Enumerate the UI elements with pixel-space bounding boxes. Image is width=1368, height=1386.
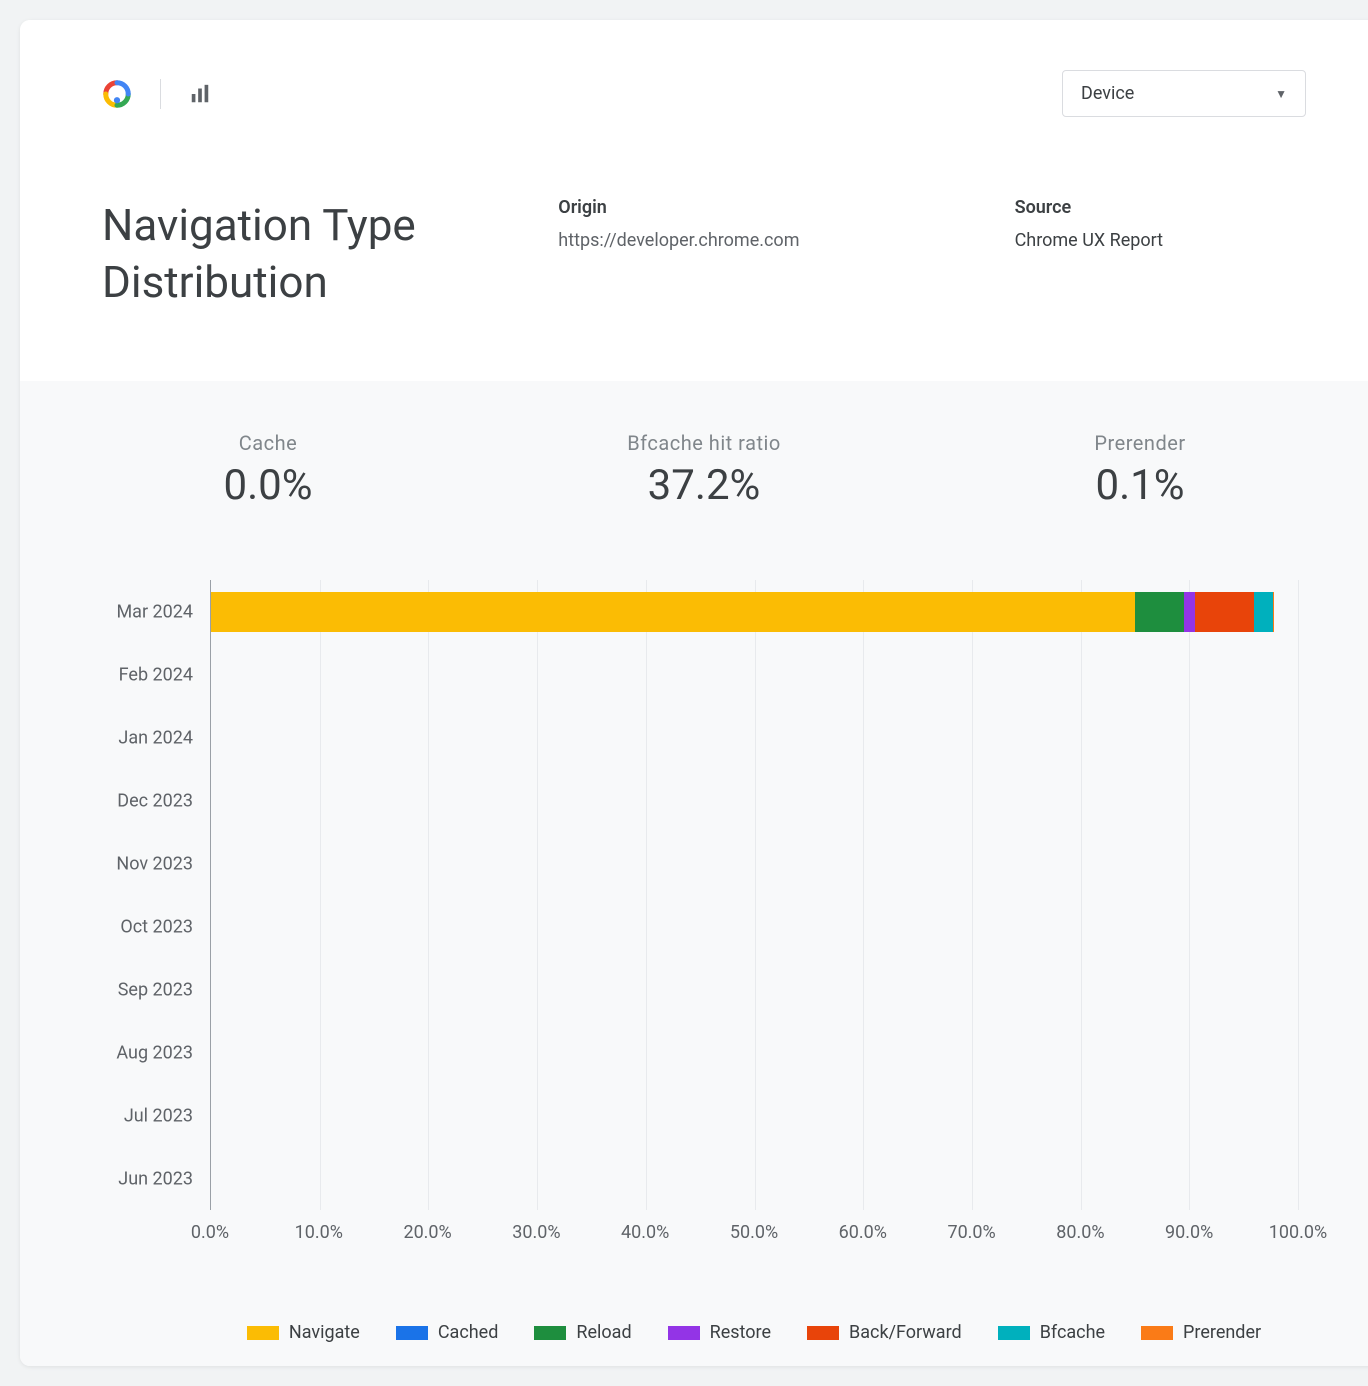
legend-swatch <box>668 1326 700 1340</box>
bar-row <box>211 781 1298 821</box>
top-bar-left <box>102 79 211 109</box>
chart-area: Mar 2024 Feb 2024 Jan 2024 Dec 2023 Nov 2023… <box>50 580 1358 1343</box>
stat-cache: Cache 0.0% <box>50 431 486 510</box>
legend-label: Restore <box>710 1322 771 1343</box>
legend-swatch <box>534 1326 566 1340</box>
y-axis-label: Jun 2023 <box>118 1168 193 1189</box>
stat-prerender-value: 0.1% <box>922 461 1358 510</box>
y-axis-label: Jul 2023 <box>124 1105 193 1126</box>
y-axis-label: Feb 2024 <box>119 664 193 685</box>
bar-segment <box>1195 592 1255 632</box>
x-axis-tick: 100.0% <box>1269 1222 1327 1243</box>
stat-cache-value: 0.0% <box>50 461 486 510</box>
bar-segment <box>1184 592 1195 632</box>
legend-swatch <box>1141 1326 1173 1340</box>
legend-item: Prerender <box>1141 1322 1261 1343</box>
source-label: Source <box>1015 197 1306 218</box>
origin-block: Origin https://developer.chrome.com <box>558 197 974 251</box>
gridline <box>1298 580 1299 1210</box>
x-axis-tick: 70.0% <box>947 1222 995 1243</box>
page-title: Navigation Type Distribution <box>102 197 518 311</box>
chevron-down-icon: ▼ <box>1275 87 1287 101</box>
y-axis-label: Oct 2023 <box>120 916 193 937</box>
stat-cache-label: Cache <box>50 431 486 455</box>
x-axis-tick: 40.0% <box>621 1222 669 1243</box>
bar-chart-icon <box>189 83 211 105</box>
bar-segment <box>1254 592 1272 632</box>
bar-row <box>211 1159 1298 1199</box>
legend-item: Reload <box>534 1322 631 1343</box>
x-axis-tick: 50.0% <box>730 1222 778 1243</box>
bar-row <box>211 718 1298 758</box>
source-value: Chrome UX Report <box>1015 230 1306 251</box>
x-axis-tick: 20.0% <box>403 1222 451 1243</box>
legend-item: Restore <box>668 1322 771 1343</box>
stat-prerender: Prerender 0.1% <box>922 431 1358 510</box>
y-axis-label: Dec 2023 <box>117 790 193 811</box>
bar-row <box>211 970 1298 1010</box>
source-block: Source Chrome UX Report <box>1015 197 1306 251</box>
bar-row <box>211 592 1298 632</box>
legend-label: Reload <box>576 1322 631 1343</box>
bar-row <box>211 655 1298 695</box>
bar-row <box>211 1033 1298 1073</box>
legend-item: Back/Forward <box>807 1322 962 1343</box>
x-axis-tick: 10.0% <box>295 1222 343 1243</box>
header-section: Device ▼ Navigation Type Distribution Or… <box>20 20 1368 381</box>
stats-row: Cache 0.0% Bfcache hit ratio 37.2% Prere… <box>50 431 1358 510</box>
bar-row <box>211 844 1298 884</box>
stat-prerender-label: Prerender <box>922 431 1358 455</box>
stat-bfcache-label: Bfcache hit ratio <box>486 431 922 455</box>
x-axis-tick: 80.0% <box>1056 1222 1104 1243</box>
bar-segment <box>211 592 1135 632</box>
crux-logo-icon <box>102 79 132 109</box>
x-axis-tick: 90.0% <box>1165 1222 1213 1243</box>
chart-section: Cache 0.0% Bfcache hit ratio 37.2% Prere… <box>20 381 1368 1366</box>
bar-row <box>211 907 1298 947</box>
bar-row <box>211 1096 1298 1136</box>
legend-label: Back/Forward <box>849 1322 962 1343</box>
legend-swatch <box>396 1326 428 1340</box>
origin-label: Origin <box>558 197 974 218</box>
chart-plot: Mar 2024Feb 2024Jan 2024Dec 2023Nov 2023… <box>210 580 1298 1210</box>
y-axis-label: Mar 2024 <box>116 601 193 622</box>
legend-label: Navigate <box>289 1322 360 1343</box>
legend-item: Bfcache <box>998 1322 1105 1343</box>
device-select[interactable]: Device ▼ <box>1062 70 1306 117</box>
device-select-label: Device <box>1081 83 1134 104</box>
report-card: Device ▼ Navigation Type Distribution Or… <box>20 20 1368 1366</box>
legend-label: Bfcache <box>1040 1322 1105 1343</box>
legend: Navigate Cached Reload Restore Back/Forward B… <box>210 1322 1298 1343</box>
legend-label: Prerender <box>1183 1322 1261 1343</box>
y-axis-label: Sep 2023 <box>118 979 193 1000</box>
legend-item: Cached <box>396 1322 499 1343</box>
bar-segment <box>1135 592 1184 632</box>
stat-bfcache: Bfcache hit ratio 37.2% <box>486 431 922 510</box>
x-axis-tick: 60.0% <box>839 1222 887 1243</box>
bar-segment <box>1273 592 1274 632</box>
legend-label: Cached <box>438 1322 499 1343</box>
x-axis-tick: 30.0% <box>512 1222 560 1243</box>
stat-bfcache-value: 37.2% <box>486 461 922 510</box>
legend-item: Navigate <box>247 1322 360 1343</box>
legend-swatch <box>998 1326 1030 1340</box>
x-axis-tick: 0.0% <box>191 1222 229 1243</box>
x-axis: 0.0%10.0%20.0%30.0%40.0%50.0%60.0%70.0%8… <box>210 1222 1298 1262</box>
y-axis-label: Jan 2024 <box>118 727 193 748</box>
y-axis-label: Aug 2023 <box>116 1042 193 1063</box>
header-grid: Navigation Type Distribution Origin http… <box>102 197 1306 311</box>
vertical-divider <box>160 79 161 109</box>
legend-swatch <box>247 1326 279 1340</box>
origin-value: https://developer.chrome.com <box>558 230 974 251</box>
y-axis-label: Nov 2023 <box>116 853 193 874</box>
legend-swatch <box>807 1326 839 1340</box>
top-bar: Device ▼ <box>102 70 1306 117</box>
